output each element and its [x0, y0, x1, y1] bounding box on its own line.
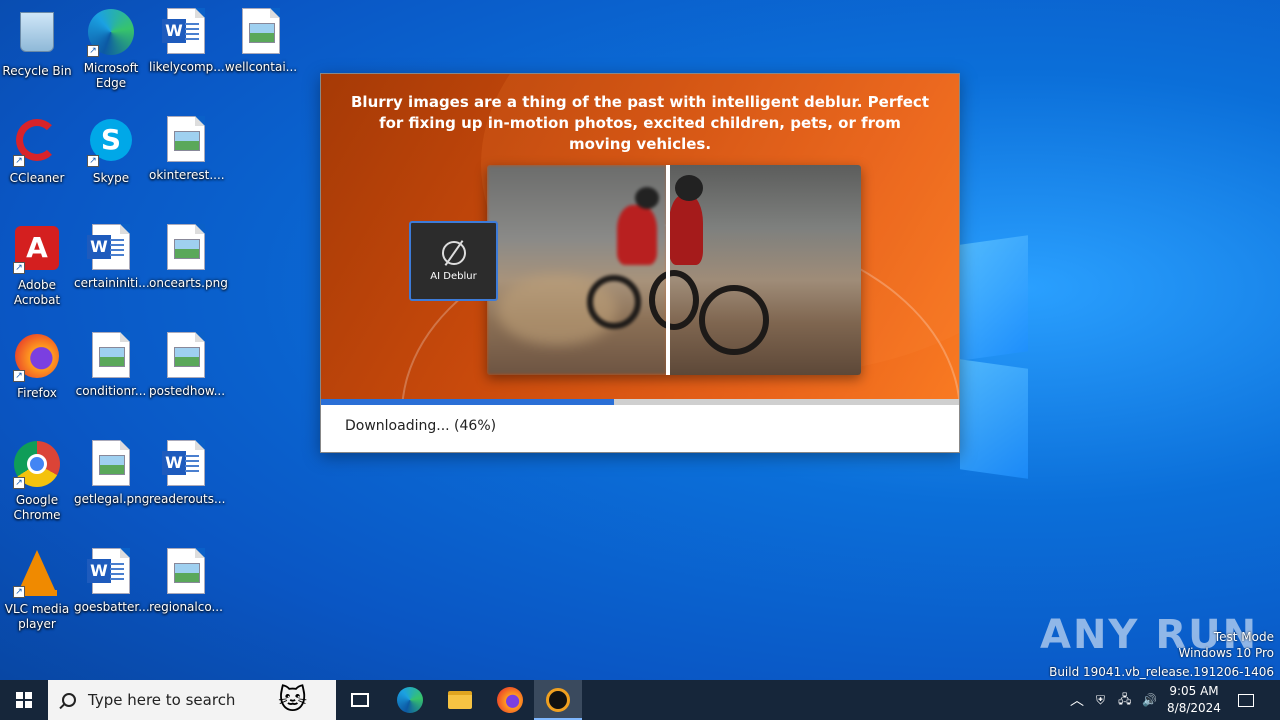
taskbar-edge-button[interactable] — [386, 680, 434, 720]
taskbar-firefox-button[interactable] — [486, 680, 534, 720]
shortcut-arrow-icon: ↗ — [13, 155, 25, 167]
folder-icon — [448, 691, 472, 709]
installer-window: Blurry images are a thing of the past wi… — [320, 73, 960, 453]
desktop-icon-postedhow[interactable]: postedhow... — [149, 332, 225, 399]
notification-icon — [1238, 693, 1254, 707]
image-file-icon — [162, 548, 210, 596]
vlc-cone-icon: ↗ — [13, 550, 61, 598]
security-icon: ⛨ — [1096, 692, 1106, 707]
desktop-icon-firefox[interactable]: ↗ Firefox — [0, 332, 74, 401]
desktop-icon-readerouts[interactable]: W readerouts... — [149, 440, 225, 507]
desktop-icon-wellcontai[interactable]: wellcontai... — [224, 8, 298, 75]
ccleaner-icon: ↗ — [13, 119, 61, 167]
desktop-icon-likelycomp[interactable]: W likelycomp... — [149, 8, 225, 75]
desktop-icon-ccleaner[interactable]: ↗ CCleaner — [0, 116, 74, 186]
deblur-comparison-image — [487, 165, 861, 375]
word-document-icon: W — [162, 440, 210, 488]
desktop-icon-okinterest[interactable]: okinterest.... — [149, 116, 225, 183]
firefox-icon: ↗ — [13, 334, 61, 382]
task-view-icon — [351, 693, 369, 707]
taskbar: Type here to search 🐱 ︿ ⛨ 🖧 🔊 9:05 AM 8/… — [0, 680, 1280, 720]
windows-start-icon — [16, 692, 32, 708]
desktop-icon-google-chrome[interactable]: ↗ Google Chrome — [0, 440, 74, 523]
search-icon — [62, 693, 76, 707]
shortcut-arrow-icon: ↗ — [13, 370, 25, 382]
taskbar-clock[interactable]: 9:05 AM 8/8/2024 — [1160, 683, 1228, 717]
desktop-icon-goesbatter[interactable]: W goesbatter... — [74, 548, 150, 615]
tray-network-button[interactable]: 🖧 — [1118, 680, 1131, 720]
sharp-half — [649, 165, 861, 375]
firefox-icon — [497, 687, 523, 713]
blurred-half — [487, 165, 667, 375]
image-file-icon — [237, 8, 285, 56]
word-document-icon: W — [162, 8, 210, 56]
image-file-icon — [162, 332, 210, 380]
desktop-icon-vlc-media-player[interactable]: ↗ VLC media player — [0, 548, 74, 632]
chevron-up-icon: ︿ — [1070, 693, 1084, 709]
build-label: Build 19041.vb_release.191206-1406 — [1049, 665, 1274, 679]
task-view-button[interactable] — [336, 680, 384, 720]
deblur-icon — [441, 241, 466, 265]
network-icon: 🖧 — [1118, 691, 1132, 706]
installer-app-icon — [546, 688, 570, 712]
feature-badge: AI Deblur — [409, 221, 498, 301]
microsoft-edge-icon: ↗ — [87, 9, 135, 57]
desktop-icon-microsoft-edge[interactable]: ↗ Microsoft Edge — [74, 8, 148, 91]
google-chrome-icon: ↗ — [13, 441, 61, 489]
shortcut-arrow-icon: ↗ — [13, 477, 25, 489]
tray-network-security[interactable]: ⛨ — [1096, 680, 1105, 720]
promo-banner: Blurry images are a thing of the past wi… — [321, 74, 959, 399]
cat-illustration-icon: 🐱 — [278, 683, 308, 716]
start-button[interactable] — [0, 680, 48, 720]
image-file-icon — [162, 224, 210, 272]
image-file-icon — [162, 116, 210, 164]
adobe-acrobat-icon: A ↗ — [13, 226, 61, 274]
windows-edition-label: Windows 10 Pro — [1178, 646, 1274, 660]
shortcut-arrow-icon: ↗ — [87, 155, 99, 167]
progress-fill — [321, 399, 615, 405]
test-mode-label: Test Mode — [1213, 630, 1274, 644]
desktop-icon-adobe-acrobat[interactable]: A ↗ Adobe Acrobat — [0, 224, 74, 308]
taskbar-installer-button[interactable] — [534, 680, 582, 720]
speaker-icon: 🔊 — [1142, 693, 1157, 707]
microsoft-edge-icon — [397, 687, 423, 713]
promo-text: Blurry images are a thing of the past wi… — [351, 93, 929, 153]
image-file-icon — [87, 440, 135, 488]
shortcut-arrow-icon: ↗ — [13, 586, 25, 598]
desktop-icon-conditionr[interactable]: conditionr... — [74, 332, 148, 399]
tray-volume-button[interactable]: 🔊 — [1142, 680, 1157, 720]
recycle-bin-icon — [13, 12, 61, 60]
image-file-icon — [87, 332, 135, 380]
desktop-icon-regionalco[interactable]: regionalco... — [149, 548, 223, 615]
action-center-button[interactable] — [1238, 680, 1254, 720]
tray-overflow-button[interactable]: ︿ — [1070, 680, 1084, 720]
shortcut-arrow-icon: ↗ — [13, 262, 25, 274]
word-document-icon: W — [87, 548, 135, 596]
desktop-icon-oncearts[interactable]: oncearts.png — [149, 224, 228, 291]
comparison-divider[interactable] — [666, 165, 670, 375]
desktop-icon-skype[interactable]: S ↗ Skype — [74, 116, 148, 186]
skype-icon: S ↗ — [87, 119, 135, 167]
taskbar-search-box[interactable]: Type here to search 🐱 — [48, 680, 336, 720]
desktop-icon-certaininiti[interactable]: W certaininiti... — [74, 224, 150, 291]
desktop-icon-recycle-bin[interactable]: Recycle Bin — [0, 8, 74, 79]
download-status: Downloading... (46%) — [345, 418, 497, 434]
download-progress-bar — [321, 399, 959, 405]
taskbar-file-explorer-button[interactable] — [436, 680, 484, 720]
word-document-icon: W — [87, 224, 135, 272]
desktop-icon-getlegal[interactable]: getlegal.png — [74, 440, 149, 507]
shortcut-arrow-icon: ↗ — [87, 45, 99, 57]
